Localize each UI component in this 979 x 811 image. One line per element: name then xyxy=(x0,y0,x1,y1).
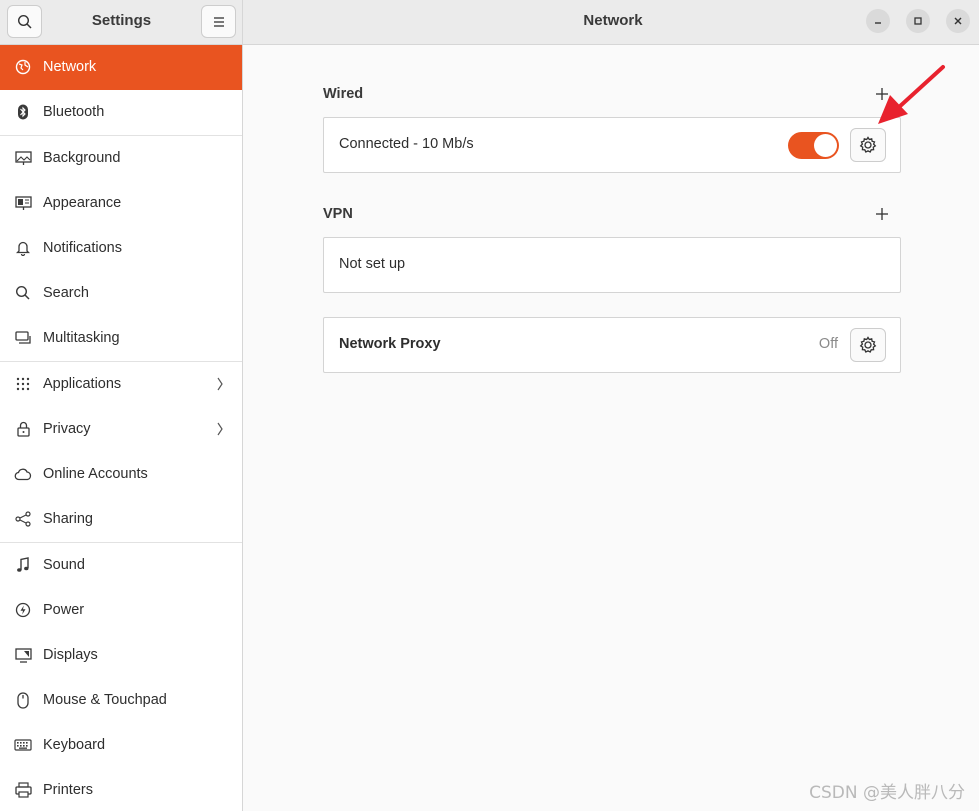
network-proxy-label: Network Proxy xyxy=(339,336,441,352)
sidebar-item-network[interactable]: Network xyxy=(0,45,242,90)
grid-icon xyxy=(14,375,32,393)
sidebar-item-label: Network xyxy=(43,59,97,75)
network-proxy-settings-button[interactable] xyxy=(850,328,886,362)
bell-icon xyxy=(14,239,32,257)
wired-settings-button[interactable] xyxy=(850,128,886,162)
search-button[interactable] xyxy=(7,5,42,38)
sidebar-item-sharing[interactable]: Sharing xyxy=(0,497,242,542)
sidebar-item-displays[interactable]: Displays xyxy=(0,633,242,678)
close-button[interactable] xyxy=(946,9,970,33)
printer-icon xyxy=(14,781,32,799)
background-icon xyxy=(14,149,32,167)
wired-connection-row: Connected - 10 Mb/s xyxy=(323,117,901,173)
gear-icon xyxy=(859,336,877,353)
toggle-knob xyxy=(814,134,837,157)
wired-status: Connected - 10 Mb/s xyxy=(339,136,474,152)
sidebar-item-label: Online Accounts xyxy=(43,466,148,482)
vpn-status: Not set up xyxy=(339,256,406,272)
network-icon xyxy=(14,58,32,76)
power-icon xyxy=(14,601,32,619)
sidebar-item-notifications[interactable]: Notifications xyxy=(0,226,242,271)
vpn-section-title: VPN xyxy=(323,206,353,222)
sidebar-item-mouse-touchpad[interactable]: Mouse & Touchpad xyxy=(0,678,242,723)
sidebar-item-label: Notifications xyxy=(43,240,122,256)
sidebar-header: Settings xyxy=(0,0,243,45)
lock-icon xyxy=(14,420,32,438)
sidebar-item-multitasking[interactable]: Multitasking xyxy=(0,316,242,361)
sidebar-item-label: Applications xyxy=(43,376,122,392)
gear-icon xyxy=(859,136,877,153)
vpn-row: Not set up xyxy=(323,237,901,293)
sidebar-item-power[interactable]: Power xyxy=(0,588,242,633)
sidebar-item-keyboard[interactable]: Keyboard xyxy=(0,723,242,768)
header-bar: Settings Network xyxy=(0,0,979,45)
multitasking-icon xyxy=(14,329,32,347)
minimize-icon xyxy=(875,22,881,24)
sidebar-item-label: Keyboard xyxy=(43,737,106,753)
network-proxy-value: Off xyxy=(818,336,838,352)
sidebar-item-label: Bluetooth xyxy=(43,104,105,120)
sidebar-item-label: Background xyxy=(43,150,121,166)
minimize-button[interactable] xyxy=(866,9,890,33)
search-icon xyxy=(17,14,32,29)
appearance-icon xyxy=(14,194,32,212)
sidebar-item-privacy[interactable]: Privacy xyxy=(0,407,242,452)
maximize-icon xyxy=(914,17,922,25)
sidebar-item-applications[interactable]: Applications xyxy=(0,362,242,407)
sidebar-item-label: Sound xyxy=(43,557,85,573)
sidebar-title: Settings xyxy=(91,12,152,29)
sidebar-item-label: Mouse & Touchpad xyxy=(43,692,167,708)
search-icon xyxy=(14,284,32,302)
sidebar-item-printers[interactable]: Printers xyxy=(0,768,242,811)
wired-toggle[interactable] xyxy=(788,132,839,159)
sidebar-item-search[interactable]: Search xyxy=(0,271,242,316)
hamburger-icon xyxy=(213,16,224,27)
sidebar-item-label: Multitasking xyxy=(43,330,120,346)
watermark: CSDN @美人胖八分 xyxy=(809,783,965,803)
wired-section-title: Wired xyxy=(323,86,364,102)
maximize-button[interactable] xyxy=(906,9,930,33)
sidebar-item-label: Printers xyxy=(43,782,93,798)
chevron-right-icon xyxy=(216,377,224,395)
sidebar-item-label: Power xyxy=(43,602,85,618)
sidebar-item-label: Appearance xyxy=(43,195,122,211)
bluetooth-icon xyxy=(14,103,32,121)
sidebar-item-label: Privacy xyxy=(43,421,91,437)
cloud-icon xyxy=(14,465,32,483)
sidebar-item-label: Sharing xyxy=(43,511,93,527)
sidebar-item-bluetooth[interactable]: Bluetooth xyxy=(0,90,242,135)
music-note-icon xyxy=(14,556,32,574)
sidebar-item-online-accounts[interactable]: Online Accounts xyxy=(0,452,242,497)
sidebar-item-background[interactable]: Background xyxy=(0,136,242,181)
close-icon xyxy=(954,17,962,25)
sidebar-item-label: Search xyxy=(43,285,89,301)
sidebar: Network Bluetooth Background Appearance … xyxy=(0,45,243,811)
annotation-arrow-icon xyxy=(878,65,945,124)
add-vpn-button[interactable] xyxy=(875,207,889,221)
sidebar-item-label: Displays xyxy=(43,647,98,663)
chevron-right-icon xyxy=(216,422,224,440)
keyboard-icon xyxy=(14,736,32,754)
menu-button[interactable] xyxy=(201,5,236,38)
sidebar-item-appearance[interactable]: Appearance xyxy=(0,181,242,226)
share-icon xyxy=(14,510,32,528)
display-icon xyxy=(14,646,32,664)
mouse-icon xyxy=(14,691,32,709)
sidebar-item-sound[interactable]: Sound xyxy=(0,543,242,588)
network-proxy-row[interactable]: Network Proxy Off xyxy=(323,317,901,373)
